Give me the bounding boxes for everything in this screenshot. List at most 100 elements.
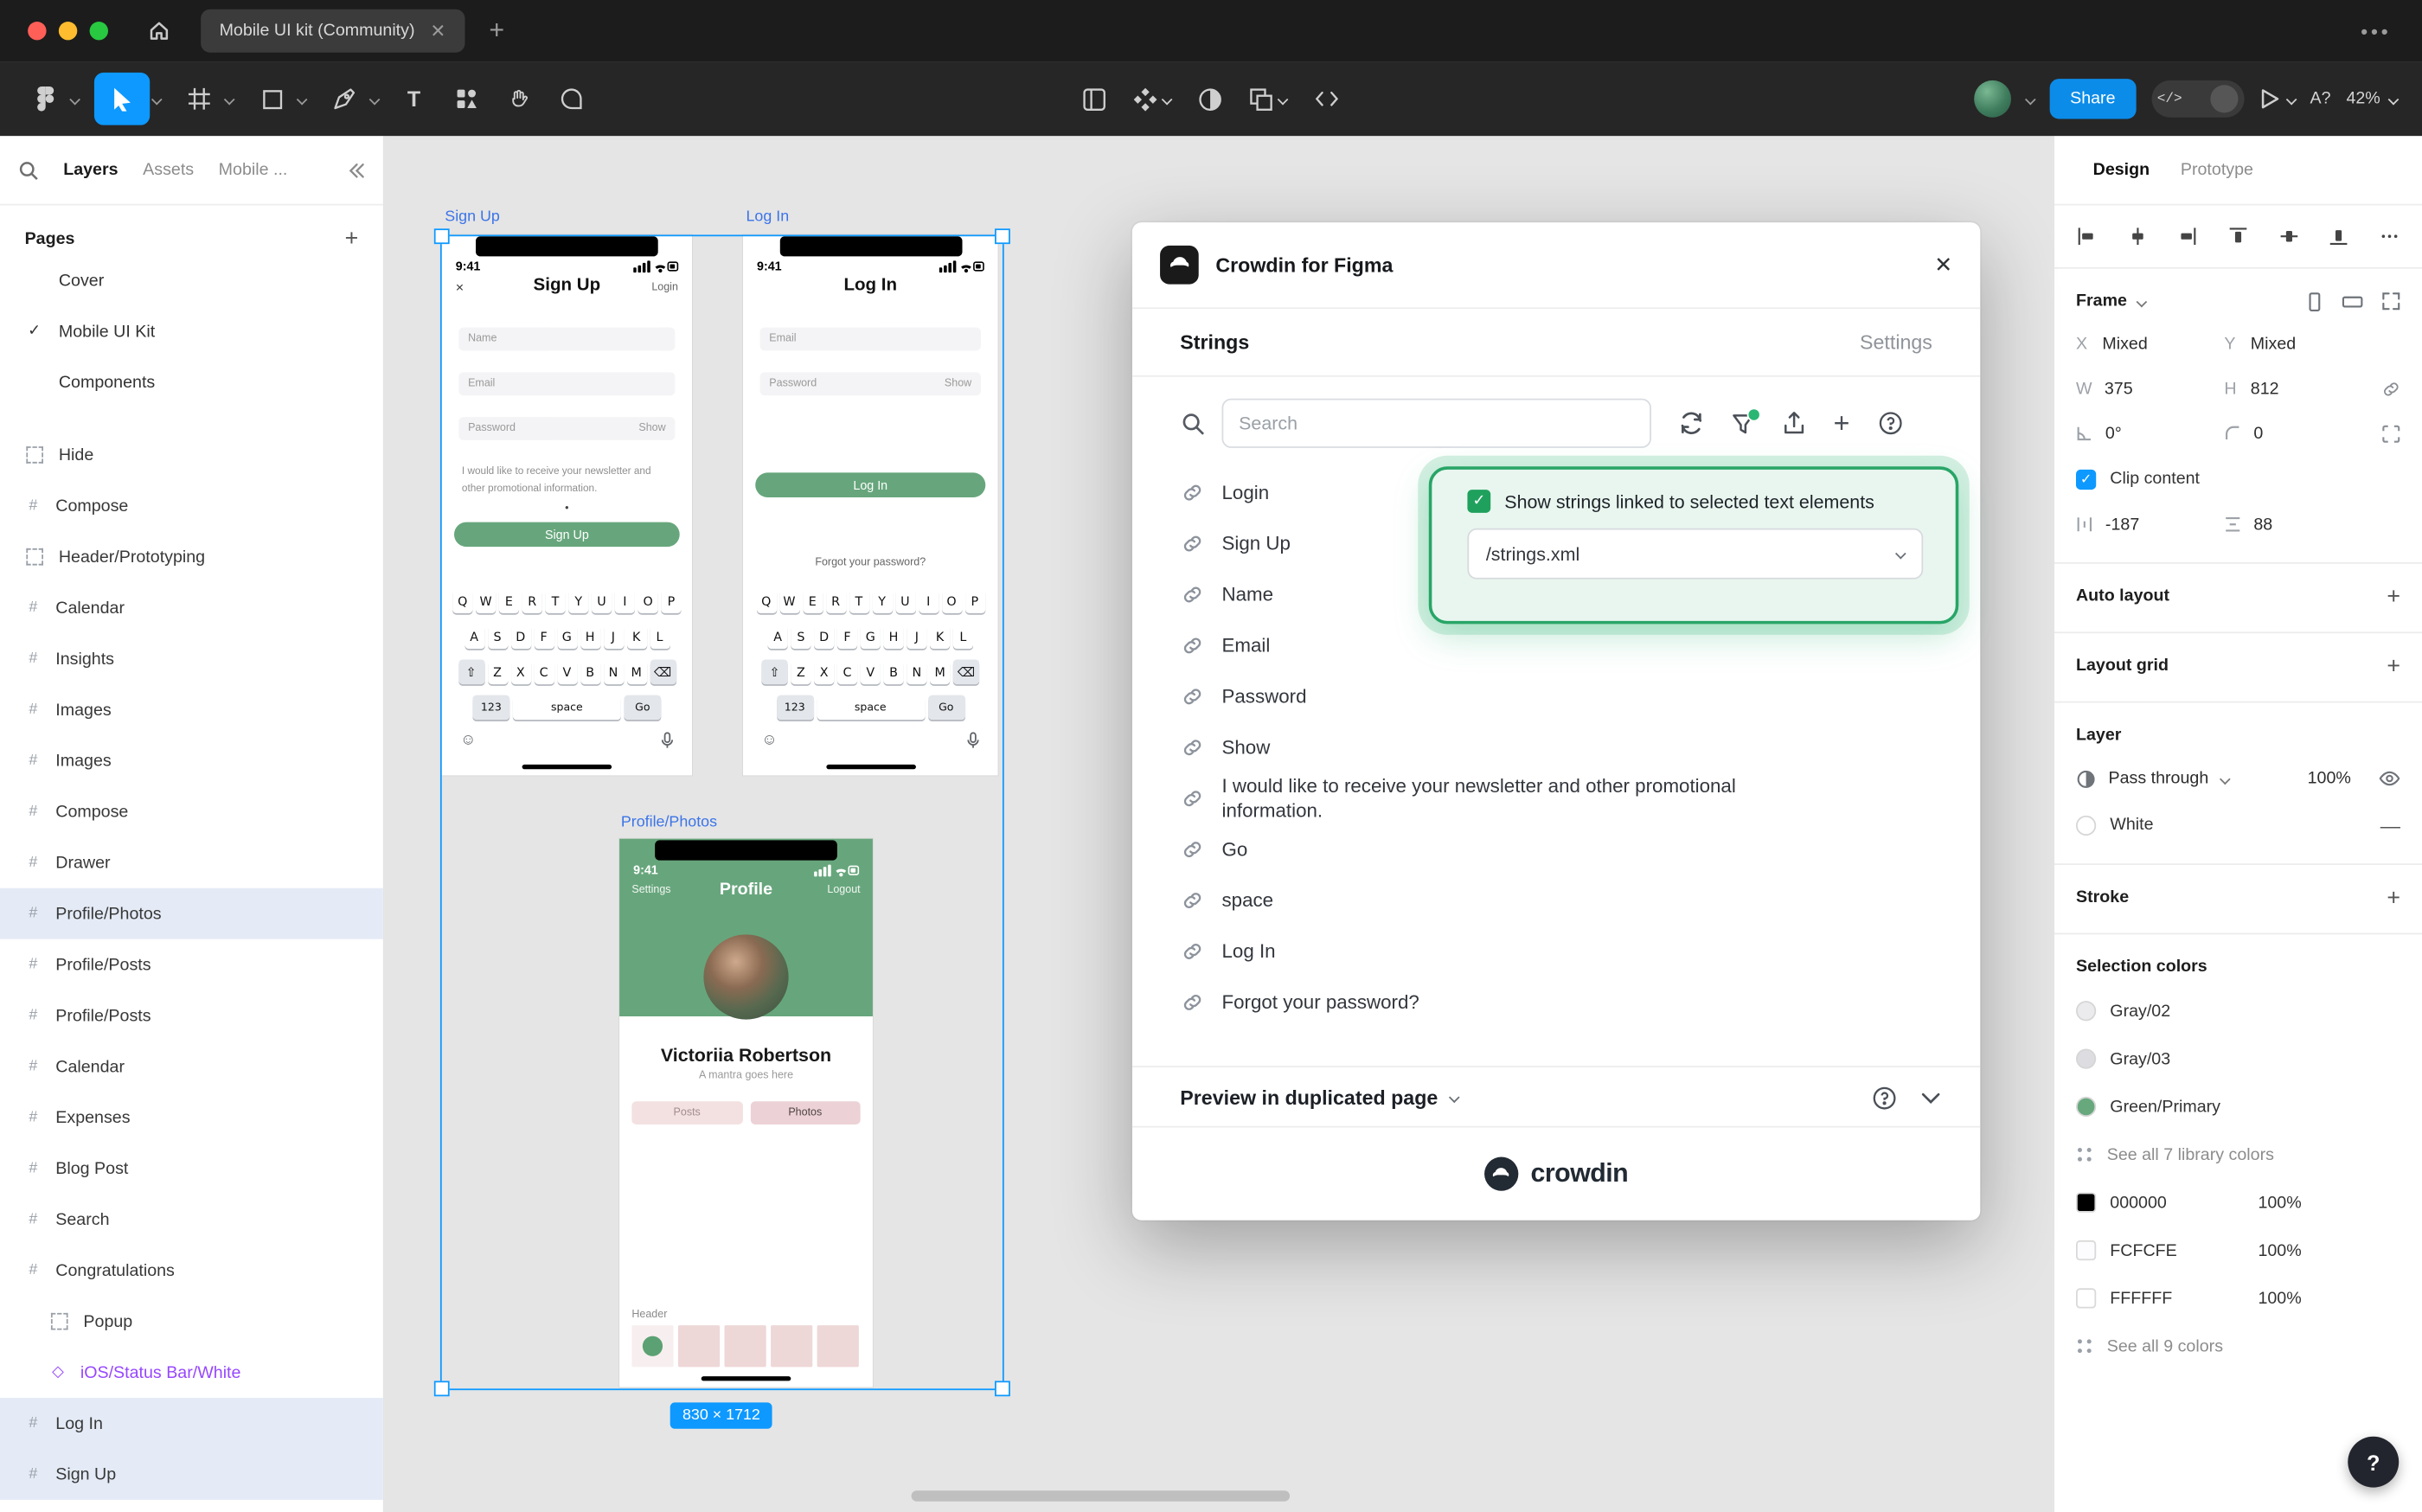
key[interactable]: X: [510, 659, 530, 684]
key[interactable]: M: [626, 659, 646, 684]
align-top-icon[interactable]: [2229, 227, 2247, 245]
key[interactable]: F: [534, 624, 554, 649]
close-tab-icon[interactable]: ✕: [430, 22, 445, 40]
visibility-eye-icon[interactable]: [2379, 771, 2400, 786]
key[interactable]: F: [837, 624, 857, 649]
emoji-icon[interactable]: ☺: [460, 732, 476, 749]
tab-photos[interactable]: Photos: [750, 1101, 861, 1124]
color-swatch[interactable]: [2076, 1001, 2096, 1021]
key[interactable]: 123: [472, 695, 509, 721]
layer-row[interactable]: #Log In: [0, 1398, 383, 1449]
key[interactable]: Go: [624, 695, 661, 721]
string-row[interactable]: Email: [1132, 619, 1980, 670]
color-swatch[interactable]: [2076, 1097, 2096, 1117]
selection-handle[interactable]: [995, 228, 1010, 244]
tab-page-name[interactable]: Mobile ...: [219, 161, 288, 179]
refresh-icon[interactable]: [1679, 411, 1704, 436]
selection-handle[interactable]: [434, 228, 450, 244]
key[interactable]: I: [919, 588, 939, 613]
tab-posts[interactable]: Posts: [631, 1101, 742, 1124]
forgot-password-link[interactable]: Forgot your password?: [743, 558, 998, 569]
key[interactable]: W: [476, 588, 496, 613]
dialog-close-icon[interactable]: ✕: [1934, 252, 1952, 278]
collapse-sidebar-icon[interactable]: [348, 162, 365, 179]
strings-file-select[interactable]: /strings.xml: [1467, 529, 1923, 580]
key[interactable]: A: [465, 624, 484, 649]
key[interactable]: T: [849, 588, 868, 613]
key[interactable]: Z: [791, 659, 811, 684]
photo-thumbnail[interactable]: [817, 1325, 859, 1367]
tidy-up-icon[interactable]: [2380, 227, 2399, 245]
portrait-icon[interactable]: [2306, 292, 2323, 311]
emoji-icon[interactable]: ☺: [761, 732, 777, 749]
dev-resources-icon[interactable]: [1315, 88, 1340, 110]
mask-icon[interactable]: [1199, 87, 1222, 111]
comment-tool-button[interactable]: [548, 73, 595, 125]
selection-color-row[interactable]: FFFFFF100%: [2076, 1274, 2400, 1322]
boolean-ops-icon[interactable]: [1250, 87, 1287, 111]
resources-tool-button[interactable]: [443, 73, 490, 125]
tab-settings[interactable]: Settings: [1860, 330, 1932, 354]
key[interactable]: Y: [872, 588, 892, 613]
layer-row[interactable]: #Compose: [0, 480, 383, 531]
key[interactable]: R: [522, 588, 542, 613]
key[interactable]: ⇧: [761, 659, 787, 684]
color-swatch[interactable]: [2076, 1048, 2096, 1068]
main-menu-chevron-icon[interactable]: [69, 93, 80, 105]
main-menu-button[interactable]: [22, 73, 68, 125]
align-left-icon[interactable]: [2078, 227, 2096, 245]
horizontal-scrollbar[interactable]: [912, 1490, 1290, 1502]
layer-row[interactable]: #Insights: [0, 633, 383, 684]
layer-row[interactable]: #Congratulations: [0, 1245, 383, 1296]
minimize-window-button[interactable]: [59, 22, 77, 40]
login-frame[interactable]: 9:41 Log In Email Password Show Log In F…: [743, 234, 998, 775]
height-value[interactable]: 812: [2251, 379, 2279, 397]
color-opacity[interactable]: 100%: [2258, 1193, 2301, 1211]
shortcuts-hint[interactable]: A?: [2310, 90, 2331, 108]
shape-tool-chevron-icon[interactable]: [297, 93, 308, 105]
key[interactable]: R: [825, 588, 845, 613]
frame-section-title[interactable]: Frame: [2076, 292, 2127, 310]
key[interactable]: A: [767, 624, 787, 649]
filter-icon[interactable]: [1732, 412, 1755, 435]
photo-thumbnail[interactable]: [771, 1325, 812, 1367]
layer-row[interactable]: #Calendar: [0, 582, 383, 633]
constrain-proportions-icon[interactable]: [2382, 379, 2400, 397]
frame-tool-button[interactable]: [176, 73, 223, 125]
share-button[interactable]: Share: [2050, 79, 2136, 119]
layer-row[interactable]: Header/Prototyping: [0, 531, 383, 582]
key[interactable]: W: [779, 588, 799, 613]
key[interactable]: K: [930, 624, 950, 649]
selection-handle[interactable]: [434, 1381, 450, 1396]
preview-title[interactable]: Preview in duplicated page: [1180, 1086, 1438, 1109]
key[interactable]: B: [883, 659, 903, 684]
layer-row[interactable]: #Images: [0, 735, 383, 786]
key[interactable]: N: [603, 659, 623, 684]
search-input[interactable]: [1221, 399, 1650, 448]
move-tool-chevron-icon[interactable]: [151, 93, 163, 105]
key[interactable]: H: [883, 624, 903, 649]
layer-row[interactable]: #Blog Post: [0, 1143, 383, 1194]
y-value[interactable]: Mixed: [2251, 335, 2296, 353]
page-row[interactable]: Cover: [0, 255, 383, 306]
key[interactable]: K: [626, 624, 646, 649]
collapse-panel-icon[interactable]: [1921, 1092, 1939, 1104]
string-row[interactable]: Show: [1132, 721, 1980, 772]
corner-radius-value[interactable]: 0: [2253, 424, 2263, 442]
align-h-center-icon[interactable]: [2128, 227, 2146, 245]
text-tool-button[interactable]: T: [391, 73, 438, 125]
frame-label-profile[interactable]: Profile/Photos: [621, 814, 717, 831]
rotation-value[interactable]: 0°: [2105, 424, 2122, 442]
add-auto-layout-button[interactable]: +: [2387, 583, 2400, 609]
signup-frame[interactable]: 9:41 × Login Sign Up Name Email Password…: [442, 234, 692, 775]
blend-mode-select[interactable]: Pass through: [2108, 769, 2208, 787]
key[interactable]: space: [817, 695, 925, 721]
width-value[interactable]: 375: [2105, 379, 2133, 397]
add-string-icon[interactable]: +: [1834, 409, 1850, 437]
dev-mode-toggle[interactable]: </>: [2151, 80, 2244, 118]
show-password-link[interactable]: Show: [638, 423, 665, 434]
key[interactable]: Q: [756, 588, 776, 613]
user-avatar[interactable]: [1974, 80, 2011, 118]
layer-row[interactable]: #Compose: [0, 786, 383, 837]
key[interactable]: E: [803, 588, 823, 613]
